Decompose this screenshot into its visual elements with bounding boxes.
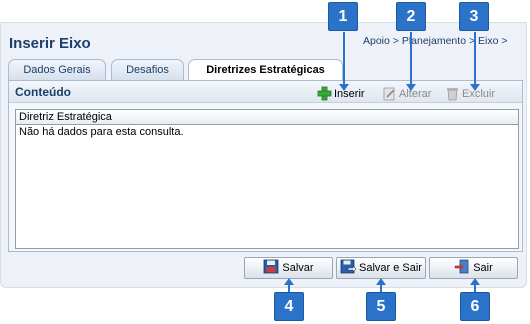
floppy-exit-icon — [340, 259, 357, 274]
callout-5: 5 — [366, 292, 396, 321]
callout-4: 4 — [274, 292, 304, 321]
callout-6-arrow — [470, 278, 480, 292]
save-and-exit-label: Salvar e Sair — [359, 262, 422, 274]
callout-1: 1 — [328, 2, 358, 31]
tab-diretrizes-estrategicas[interactable]: Diretrizes Estratégicas — [188, 59, 343, 81]
edit-icon — [382, 86, 397, 101]
floppy-icon — [263, 259, 279, 274]
page-title: Inserir Eixo — [9, 35, 91, 52]
panel-header: Conteúdo Inserir Alterar Excluir — [9, 81, 522, 103]
callout-3: 3 — [459, 2, 489, 31]
plus-icon — [317, 86, 332, 101]
callout-6: 6 — [460, 292, 490, 321]
grid-column-header[interactable]: Diretriz Estratégica — [16, 110, 518, 125]
content-panel: Conteúdo Inserir Alterar Excluir Diretri… — [8, 80, 523, 252]
tab-desafios[interactable]: Desafios — [111, 59, 184, 80]
callout-2-arrow — [406, 32, 416, 91]
exit-label: Sair — [473, 262, 493, 274]
save-and-exit-button[interactable]: Salvar e Sair — [336, 257, 426, 279]
trash-icon — [445, 86, 460, 101]
callout-1-arrow — [339, 32, 349, 91]
panel-title: Conteúdo — [15, 85, 71, 99]
callout-2: 2 — [396, 2, 426, 31]
data-grid: Diretriz Estratégica Não há dados para e… — [15, 109, 519, 249]
save-button[interactable]: Salvar — [244, 257, 333, 279]
grid-empty-message: Não há dados para esta consulta. — [19, 126, 184, 138]
callout-4-arrow — [284, 278, 294, 292]
breadcrumb[interactable]: Apoio > Planejamento > Eixo > — [363, 35, 507, 47]
exit-button[interactable]: Sair — [429, 257, 518, 279]
callout-3-arrow — [470, 32, 480, 91]
save-label: Salvar — [282, 262, 314, 274]
tab-dados-gerais[interactable]: Dados Gerais — [8, 59, 106, 80]
callout-5-arrow — [376, 278, 386, 292]
exit-door-icon — [454, 259, 470, 274]
